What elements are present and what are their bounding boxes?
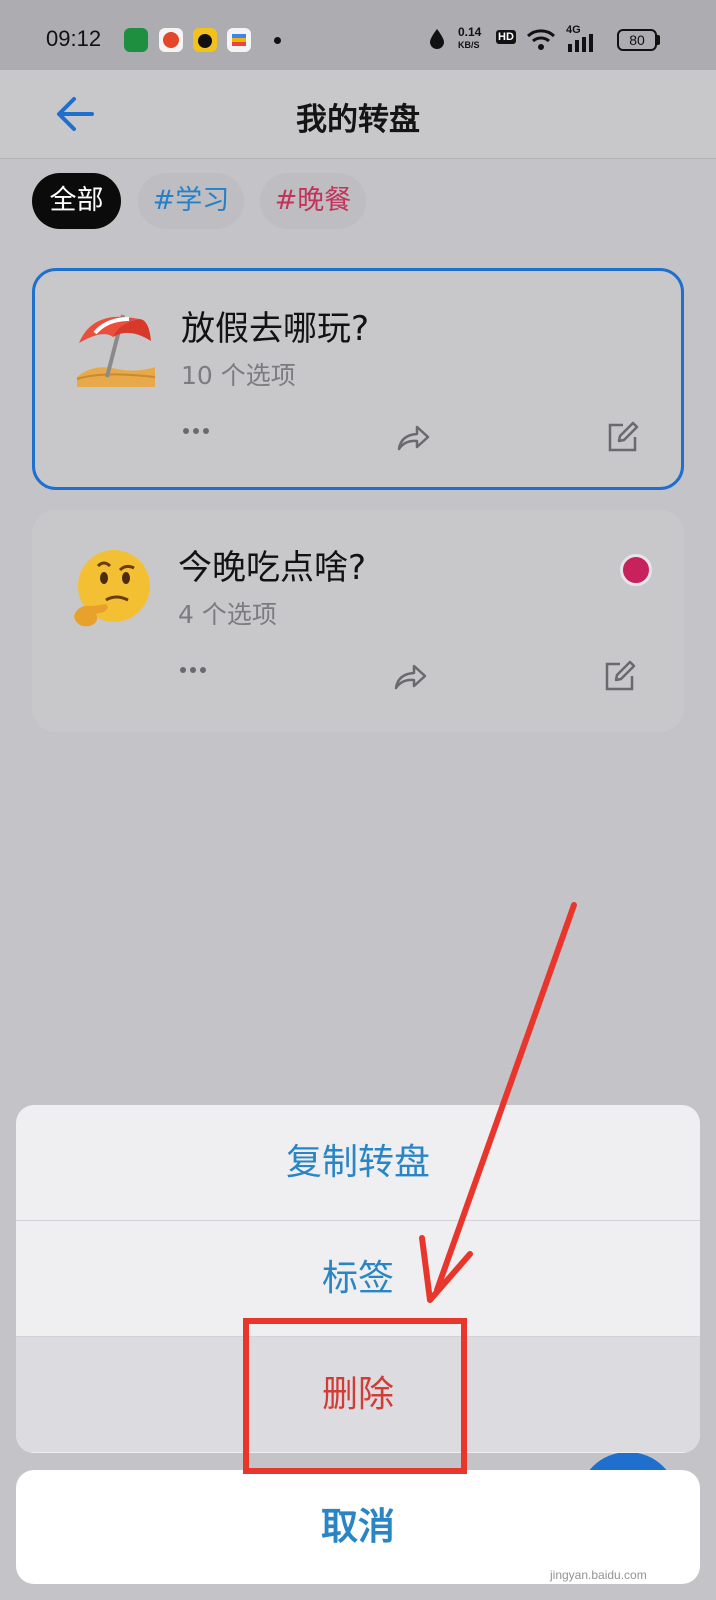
copy-wheel-button[interactable]: 复制转盘 xyxy=(16,1105,700,1220)
beach-umbrella-icon xyxy=(76,314,156,387)
wheel-card[interactable]: 放假去哪玩? 10 个选项 xyxy=(32,268,684,490)
oppo-app-icon xyxy=(124,28,148,52)
wallet-app-icon xyxy=(227,28,251,52)
card-title: 放假去哪玩? xyxy=(181,309,370,349)
tag-study[interactable]: #学习 xyxy=(138,173,244,229)
cat-app-icon xyxy=(193,28,217,52)
highlight-box xyxy=(243,1318,467,1474)
thinking-face-icon xyxy=(74,550,150,627)
tag-all[interactable]: 全部 xyxy=(32,173,121,229)
watermark-url: jingyan.baidu.com xyxy=(550,1568,647,1582)
tag-color-dot xyxy=(620,554,652,586)
tag-dinner[interactable]: #晚餐 xyxy=(260,173,366,229)
shopping-app-icon xyxy=(159,28,183,52)
battery-tip xyxy=(657,35,660,45)
data-drop-icon xyxy=(430,29,444,49)
status-bar: 09:12 0.14 KB/S HD 4G 80 xyxy=(0,0,716,70)
share-icon[interactable] xyxy=(392,660,428,694)
battery-icon: 80 xyxy=(617,29,657,51)
net-speed: 0.14 xyxy=(458,25,482,39)
app-header: 我的转盘 xyxy=(0,70,716,159)
card-option-count: 10 个选项 xyxy=(181,361,296,390)
net-speed-unit: KB/S xyxy=(458,40,480,50)
share-icon[interactable] xyxy=(395,421,431,455)
status-time: 09:12 xyxy=(46,26,102,51)
edit-icon[interactable] xyxy=(605,419,641,455)
page-title: 我的转盘 xyxy=(296,102,420,138)
edit-icon[interactable] xyxy=(602,658,638,694)
card-option-count: 4 个选项 xyxy=(178,600,277,629)
more-dots-icon[interactable] xyxy=(178,660,208,680)
wifi-icon xyxy=(526,29,556,50)
card-title: 今晚吃点啥? xyxy=(178,548,367,588)
wheel-card[interactable]: 今晚吃点啥? 4 个选项 xyxy=(32,510,684,732)
signal-bars-icon xyxy=(568,34,593,52)
notification-dot-icon xyxy=(274,37,281,44)
more-dots-icon[interactable] xyxy=(181,421,211,441)
hd-badge: HD xyxy=(496,30,516,44)
